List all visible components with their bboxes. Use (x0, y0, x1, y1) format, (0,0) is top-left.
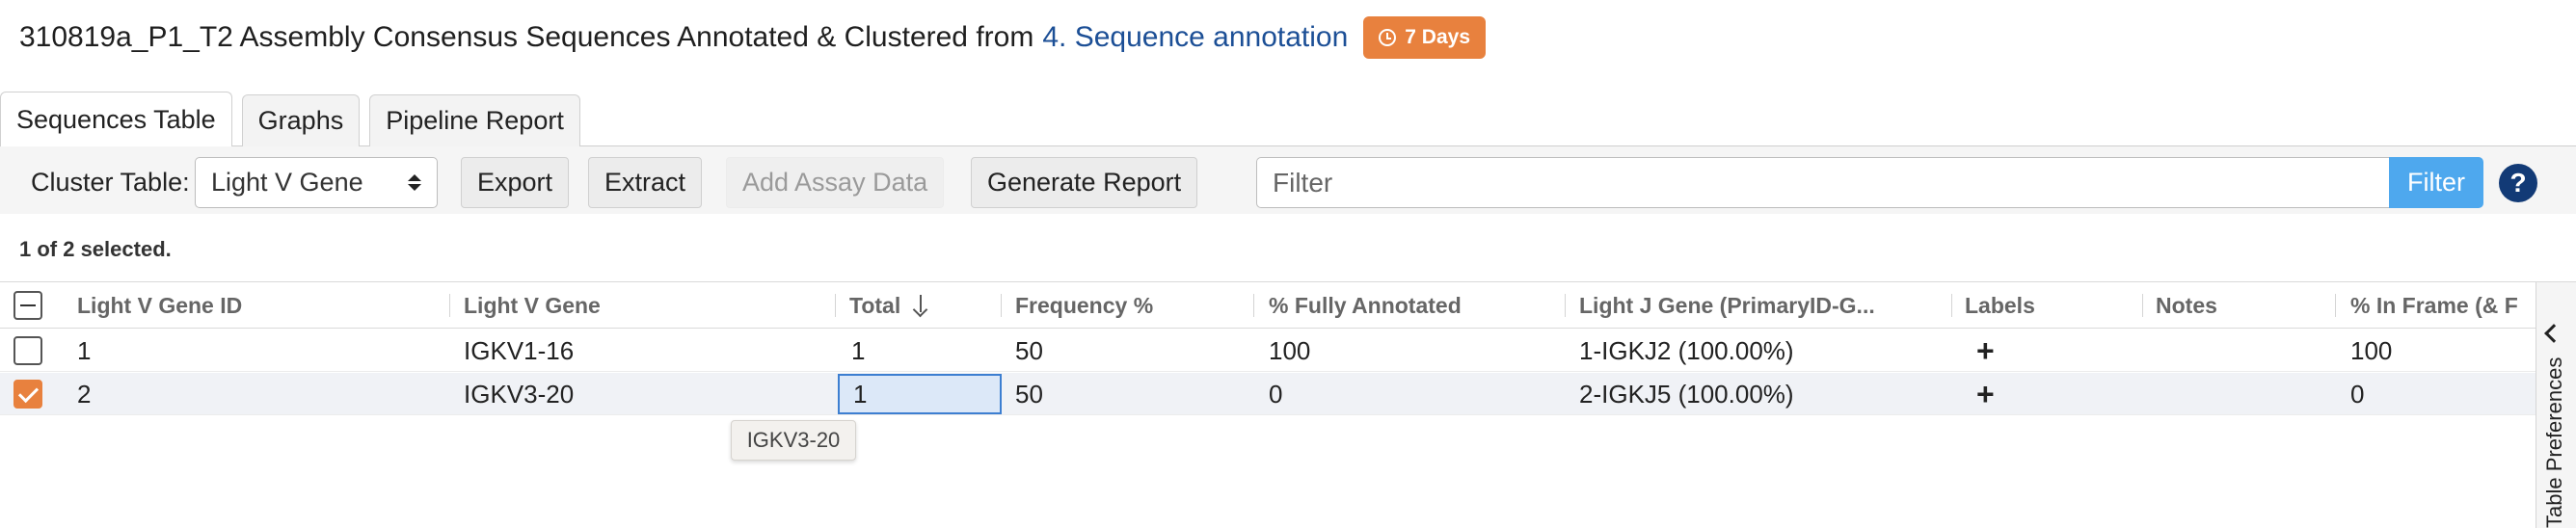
cell-total[interactable]: 1 (851, 330, 865, 372)
column-header-fully-annotated[interactable]: % Fully Annotated (1269, 282, 1558, 329)
cell-light-v-gene[interactable]: IGKV3-20 (464, 373, 574, 415)
cell-frequency[interactable]: 50 (1015, 373, 1043, 415)
help-icon[interactable]: ? (2499, 164, 2537, 202)
cell-light-v-gene-id[interactable]: 1 (77, 330, 91, 372)
column-divider[interactable] (2335, 294, 2336, 317)
page-header: 310819a_P1_T2 Assembly Consensus Sequenc… (19, 13, 1486, 62)
sequence-annotation-link[interactable]: 4. Sequence annotation (1042, 21, 1348, 54)
tab-graphs[interactable]: Graphs (241, 94, 361, 146)
tab-pipeline-report[interactable]: Pipeline Report (369, 94, 580, 146)
select-arrows-icon (408, 174, 421, 191)
column-header-light-v-gene-id[interactable]: Light V Gene ID (77, 282, 443, 329)
column-divider[interactable] (449, 294, 450, 317)
column-header-total-label: Total (849, 292, 901, 318)
cell-fully-annotated[interactable]: 0 (1269, 373, 1282, 415)
column-divider[interactable] (1565, 294, 1566, 317)
cell-in-frame[interactable]: 0 (2350, 373, 2364, 415)
table-preferences-label: Table Preferences (2542, 356, 2566, 528)
table-header: Light V Gene ID Light V Gene Total Frequ… (0, 282, 2536, 329)
retention-badge: 7 Days (1363, 16, 1486, 59)
column-header-in-frame[interactable]: % In Frame (& F (2350, 282, 2534, 329)
select-all-checkbox[interactable] (13, 291, 42, 320)
table-toolbar: Cluster Table: Light V Gene Export Extra… (0, 146, 2576, 214)
cell-light-j-gene[interactable]: 1-IGKJ2 (100.00%) (1579, 330, 1794, 372)
column-divider[interactable] (1253, 294, 1254, 317)
column-header-total[interactable]: Total (849, 282, 994, 329)
clock-icon (1379, 29, 1397, 46)
row-checkbox[interactable] (13, 336, 42, 365)
cell-light-v-gene-id[interactable]: 2 (77, 373, 91, 415)
filter-input[interactable] (1256, 157, 2390, 208)
cluster-table-select-value: Light V Gene (211, 168, 363, 197)
retention-badge-label: 7 Days (1405, 26, 1470, 48)
cell-in-frame[interactable]: 100 (2350, 330, 2392, 372)
column-header-frequency[interactable]: Frequency % (1015, 282, 1247, 329)
column-header-labels[interactable]: Labels (1965, 282, 2138, 329)
column-divider[interactable] (1001, 294, 1002, 317)
column-divider[interactable] (1951, 294, 1952, 317)
tab-sequences-table[interactable]: Sequences Table (0, 92, 232, 146)
generate-report-button[interactable]: Generate Report (971, 157, 1198, 208)
cell-light-v-gene[interactable]: IGKV1-16 (464, 330, 574, 372)
table-row[interactable]: 2 IGKV3-20 1 50 0 2-IGKJ5 (100.00%) + 0 (0, 373, 2536, 415)
table-preferences-panel-toggle[interactable]: Table Preferences (2536, 282, 2576, 528)
add-label-icon[interactable]: + (1976, 373, 1995, 415)
column-header-light-j-gene[interactable]: Light J Gene (PrimaryID-G... (1579, 282, 1936, 329)
cell-light-j-gene[interactable]: 2-IGKJ5 (100.00%) (1579, 373, 1794, 415)
filter-button[interactable]: Filter (2389, 157, 2483, 208)
add-label-icon[interactable]: + (1976, 330, 1995, 372)
add-assay-data-button[interactable]: Add Assay Data (726, 157, 945, 208)
cell-total-focused[interactable]: 1 (838, 374, 1002, 414)
cell-fully-annotated[interactable]: 100 (1269, 330, 1310, 372)
sort-descending-icon (914, 295, 927, 316)
cell-frequency[interactable]: 50 (1015, 330, 1043, 372)
cell-tooltip: IGKV3-20 (731, 420, 856, 461)
page-title: 310819a_P1_T2 Assembly Consensus Sequenc… (19, 21, 1034, 53)
table-row[interactable]: 1 IGKV1-16 1 50 100 1-IGKJ2 (100.00%) + … (0, 330, 2536, 372)
export-button[interactable]: Export (461, 157, 570, 208)
column-divider[interactable] (2142, 294, 2143, 317)
column-divider[interactable] (835, 294, 836, 317)
chevron-left-icon (2544, 324, 2563, 343)
selection-count: 1 of 2 selected. (19, 237, 172, 261)
column-header-light-v-gene[interactable]: Light V Gene (464, 282, 830, 329)
extract-button[interactable]: Extract (588, 157, 703, 208)
column-header-notes[interactable]: Notes (2156, 282, 2329, 329)
tab-bar: Sequences Table Graphs Pipeline Report (0, 92, 590, 146)
cluster-table-label: Cluster Table: (31, 168, 190, 197)
cluster-table-select[interactable]: Light V Gene (195, 157, 438, 208)
row-checkbox[interactable] (13, 380, 42, 409)
